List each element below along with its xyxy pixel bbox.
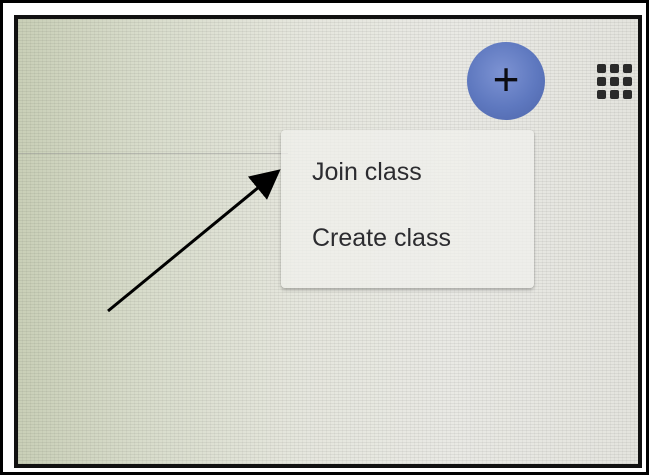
photo-frame: + Join class Create class [0,0,649,475]
plus-icon: + [492,53,520,105]
apps-dot [597,90,606,99]
apps-dot [623,77,632,86]
apps-dot [597,64,606,73]
apps-dot [610,77,619,86]
apps-grid-icon[interactable] [597,64,633,100]
classroom-screen: + Join class Create class [14,15,642,468]
join-class-menu-item[interactable]: Join class [312,158,422,187]
apps-dot [610,64,619,73]
add-class-menu: Join class Create class [281,130,534,288]
header-divider [18,153,288,154]
create-class-menu-item[interactable]: Create class [312,224,451,253]
apps-dot [623,90,632,99]
apps-dot [610,90,619,99]
apps-dot [597,77,606,86]
apps-dot [623,64,632,73]
add-class-button[interactable]: + [467,42,545,120]
